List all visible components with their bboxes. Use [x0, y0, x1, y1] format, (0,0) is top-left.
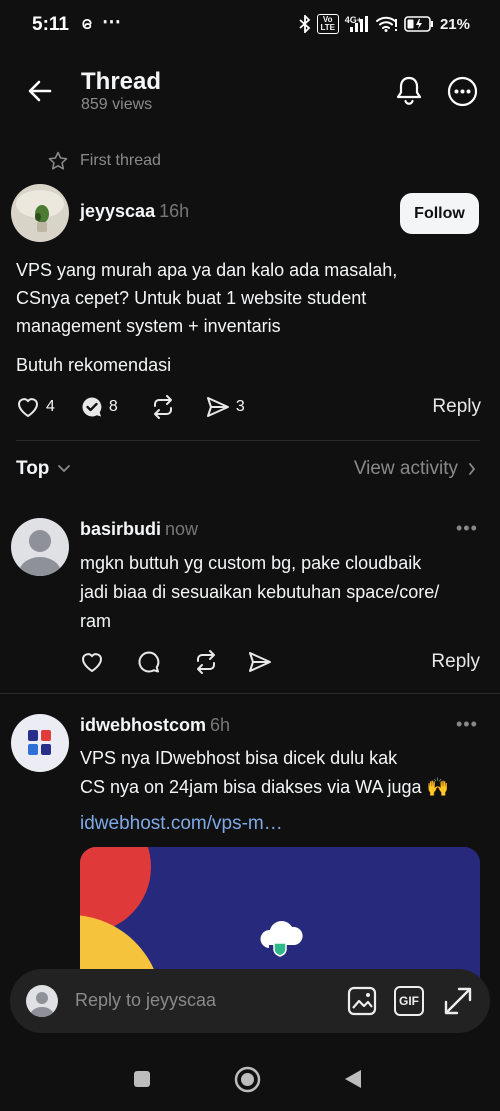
signal-icon: 4G+ — [345, 16, 370, 32]
comment-text-line: mgkn buttuh yg custom bg, pake cloudbaik — [80, 553, 422, 573]
divider — [16, 440, 480, 441]
post-text-line: VPS yang murah apa ya dan kalo ada masal… — [16, 260, 398, 280]
comment-body: mgkn buttuh yg custom bg, pake cloudbaik… — [80, 549, 485, 636]
reply-composer[interactable]: Reply to jeyyscaa GIF — [10, 969, 490, 1033]
comment-author-avatar[interactable] — [11, 518, 69, 576]
comment-text-line: jadi biaa di sesuaikan kebutuhan space/c… — [80, 582, 440, 602]
comment-bubble-icon[interactable] — [137, 650, 161, 674]
comment-header: idwebhostcom 6h — [80, 715, 230, 736]
view-activity-label: View activity — [353, 458, 458, 479]
view-activity-link[interactable]: View activity — [354, 458, 476, 480]
more-options-icon[interactable] — [447, 76, 478, 107]
back-arrow-icon[interactable] — [26, 77, 54, 105]
first-thread-label: First thread — [48, 151, 161, 171]
battery-percent: 21% — [439, 15, 470, 33]
comment-time: 6h — [210, 715, 231, 735]
comment-header: basirbudi now — [80, 519, 198, 540]
share-button[interactable]: 3 — [206, 396, 245, 418]
comment-author-name[interactable]: basirbudi — [80, 519, 161, 539]
wifi-icon — [375, 16, 398, 32]
gif-icon[interactable]: GIF — [394, 986, 424, 1016]
comment-time: now — [165, 519, 199, 539]
post-body: VPS yang murah apa ya dan kalo ada masal… — [16, 256, 486, 340]
post-header: jeyyscaa 16h — [80, 201, 189, 222]
comment-text-line: VPS nya IDwebhost bisa dicek dulu kak — [80, 748, 398, 768]
comment-button[interactable]: 8 — [81, 396, 118, 418]
divider — [0, 693, 500, 694]
back-button[interactable] — [343, 1069, 362, 1089]
system-nav-bar — [0, 1040, 500, 1111]
status-more-indicator: ⋯ — [102, 12, 121, 33]
post-text-line: CSnya cepet? Untuk buat 1 website studen… — [16, 288, 367, 308]
post-actions: 4 8 3 Reply — [16, 395, 481, 419]
expand-icon[interactable] — [443, 986, 473, 1016]
repost-button[interactable] — [150, 395, 176, 419]
volte-icon: Vo LTE — [316, 14, 339, 34]
repost-icon — [150, 395, 176, 419]
comment-actions: Reply — [80, 650, 480, 674]
post-author-avatar[interactable] — [11, 184, 69, 242]
recents-button[interactable] — [133, 1070, 151, 1088]
idwebhost-avatar[interactable] — [11, 714, 69, 772]
star-icon — [48, 151, 68, 171]
sort-label: Top — [16, 458, 50, 479]
like-button[interactable]: 4 — [16, 396, 55, 418]
repost-icon[interactable] — [193, 650, 219, 674]
status-time: 5:11 — [32, 14, 69, 35]
composer-avatar — [26, 985, 58, 1017]
bell-icon[interactable] — [394, 75, 424, 107]
comment-more-icon[interactable]: ••• — [456, 714, 478, 735]
reply-input[interactable]: Reply to jeyyscaa — [75, 990, 216, 1011]
network-type: 4G+ — [344, 15, 362, 25]
status-icons: Vo LTE 4G+ 21% — [299, 14, 470, 34]
page-title: Thread — [81, 68, 162, 95]
post-text-second: Butuh rekomendasi — [16, 355, 172, 375]
heart-icon[interactable] — [80, 651, 104, 673]
post-author-name[interactable]: jeyyscaa — [80, 201, 155, 221]
comment-more-icon[interactable]: ••• — [456, 518, 478, 539]
comment-count: 8 — [108, 398, 118, 415]
comment-bubble-icon — [81, 396, 103, 418]
send-icon[interactable] — [248, 651, 272, 673]
post-reply-button[interactable]: Reply — [432, 396, 481, 418]
comment-reply-button[interactable]: Reply — [431, 651, 480, 673]
like-count: 4 — [46, 398, 55, 415]
share-count: 3 — [235, 398, 245, 415]
chevron-right-icon — [468, 462, 476, 476]
post-text-line: management system + inventaris — [16, 316, 281, 336]
view-count: 859 views — [81, 96, 153, 113]
comment-text-line: ram — [80, 611, 111, 631]
comment-link[interactable]: idwebhost.com/vps-m… — [80, 813, 283, 835]
heart-icon — [16, 396, 40, 418]
image-icon[interactable] — [347, 986, 377, 1016]
threads-app-icon — [78, 15, 96, 33]
chevron-down-icon — [57, 464, 71, 474]
sort-dropdown[interactable]: Top — [16, 458, 71, 480]
follow-button[interactable]: Follow — [400, 193, 479, 234]
bluetooth-icon — [299, 15, 311, 33]
battery-icon — [404, 16, 434, 32]
comment-author-name[interactable]: idwebhostcom — [80, 715, 206, 735]
comment-body: VPS nya IDwebhost bisa dicek dulu kak CS… — [80, 744, 485, 802]
comment-text-line: CS nya on 24jam bisa diakses via WA juga… — [80, 777, 449, 797]
post-time: 16h — [159, 201, 190, 221]
home-button[interactable] — [234, 1066, 261, 1093]
send-icon — [206, 396, 230, 418]
